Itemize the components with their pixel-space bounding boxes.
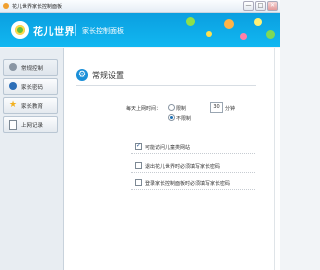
sidebar-item-parent-education[interactable]: ★ 家长教育 [3, 97, 58, 114]
allow-kids-sites-label: 可能访问儿童类网站 [145, 145, 191, 151]
section-title: 常规设置 [92, 71, 124, 80]
sidebar-item-label: 家长教育 [21, 104, 44, 110]
unlimited-option-label: 不限制 [176, 116, 192, 122]
minutes-input[interactable]: 30 [210, 102, 223, 113]
key-icon [9, 82, 17, 90]
login-password-checkbox[interactable] [135, 179, 142, 186]
decor-dot-icon [240, 33, 247, 40]
close-button[interactable]: ✕ [267, 1, 278, 11]
exit-password-checkbox[interactable] [135, 162, 142, 169]
panel-edge [274, 48, 275, 270]
star-icon: ★ [9, 100, 18, 110]
window-title: 花儿世界家长控制面板 [12, 4, 63, 10]
decor-dot-icon [206, 31, 212, 37]
time-limit-label: 每天上网时间： [126, 106, 162, 112]
login-password-label: 登录家长控制面板时必须填写家长密码 [145, 181, 231, 187]
decor-dot-icon [254, 18, 262, 26]
time-limit-radio[interactable] [168, 104, 175, 111]
decor-flower-icon [266, 30, 275, 39]
header-divider [75, 24, 76, 36]
row-divider [131, 153, 255, 154]
section-divider [76, 85, 256, 86]
maximize-button[interactable]: □ [255, 1, 266, 11]
unlimited-radio[interactable] [168, 114, 175, 121]
header-banner: 花儿世界 家长控制面板 [0, 13, 280, 47]
title-bar: 花儿世界家长控制面板 — □ ✕ [0, 0, 280, 13]
gear-icon: ⚙ [76, 69, 88, 81]
decor-flower-icon [224, 19, 234, 29]
sidebar-item-label: 上网记录 [21, 123, 44, 129]
app-icon [3, 3, 9, 9]
sidebar-item-browsing-history[interactable]: 上网记录 [3, 116, 58, 133]
sidebar-item-general-control[interactable]: 常规控制 [3, 59, 58, 76]
sidebar: 常规控制 家长密码 ★ 家长教育 上网记录 [0, 48, 64, 270]
row-divider [131, 189, 255, 190]
document-icon [9, 120, 17, 130]
sidebar-item-parent-password[interactable]: 家长密码 [3, 78, 58, 95]
gear-icon [9, 63, 17, 71]
row-divider [131, 172, 255, 173]
minimize-button[interactable]: — [243, 1, 254, 11]
time-limit-option-label: 限制 [176, 106, 187, 112]
brand-name: 花儿世界 [33, 27, 75, 38]
decor-dot-icon [186, 17, 195, 26]
minutes-unit: 分钟 [225, 106, 236, 112]
settings-panel: ⚙ 常规设置 每天上网时间： 限制 30 分钟 不限制 可能访问儿童类网站 退出… [64, 48, 280, 270]
allow-kids-sites-checkbox[interactable] [135, 142, 142, 150]
sidebar-item-label: 常规控制 [21, 66, 44, 72]
flower-logo-icon [11, 21, 29, 39]
sidebar-item-label: 家长密码 [21, 85, 44, 91]
exit-password-label: 退出花儿世界时必须填写家长密码 [145, 164, 221, 170]
panel-subtitle: 家长控制面板 [82, 27, 124, 35]
